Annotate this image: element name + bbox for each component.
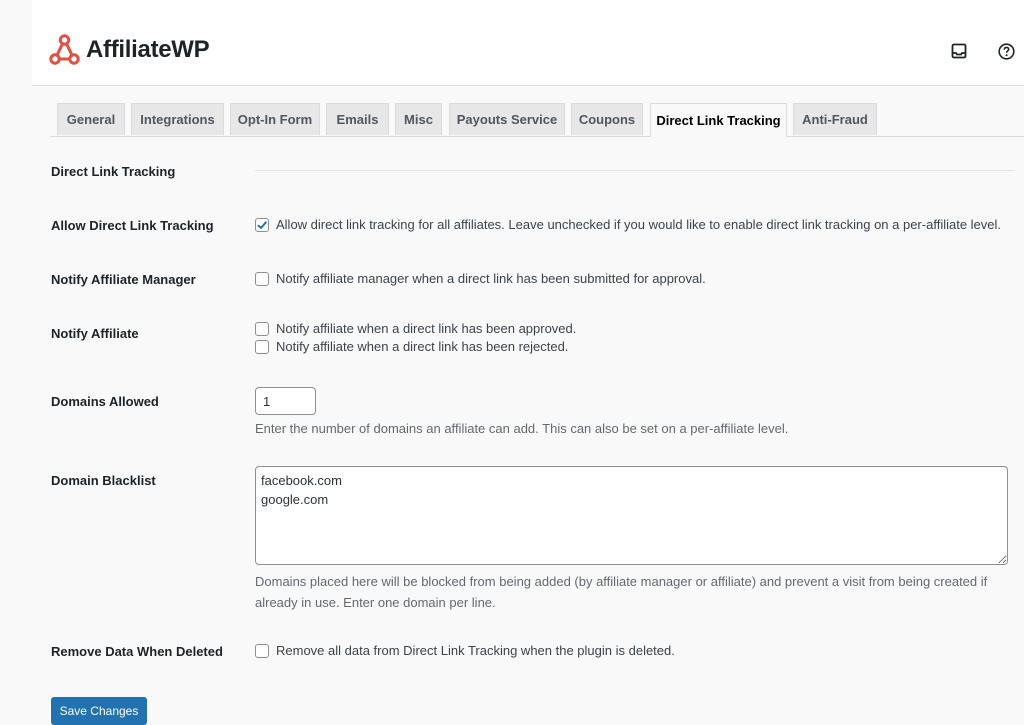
help-button[interactable] (989, 34, 1023, 68)
tab-integrations[interactable]: Integrations (131, 103, 224, 135)
affiliatewp-logo-icon (49, 34, 80, 65)
allow-direct-link-tracking-label: Allow Direct Link Tracking (51, 218, 214, 233)
remove-data-checkbox[interactable] (255, 643, 269, 658)
domains-allowed-label: Domains Allowed (51, 394, 159, 409)
allow-direct-link-tracking-checkbox[interactable] (255, 217, 269, 232)
remove-data-row: Remove all data from Direct Link Trackin… (255, 643, 675, 658)
allow-direct-link-tracking-text: Allow direct link tracking for all affil… (276, 217, 1002, 232)
section-title: Direct Link Tracking (51, 164, 176, 179)
domains-allowed-description: Enter the number of domains an affiliate… (255, 421, 789, 436)
notify-affiliate-approved-row: Notify affiliate when a direct link has … (255, 321, 576, 336)
domains-allowed-input[interactable] (255, 387, 316, 415)
brand-name: AffiliateWP (86, 36, 210, 63)
affiliatewp-logo[interactable]: AffiliateWP (49, 34, 210, 66)
save-changes-button[interactable]: Save Changes (51, 697, 147, 725)
notify-affiliate-rejected-text: Notify affiliate when a direct link has … (276, 339, 569, 354)
notify-affiliate-manager-label: Notify Affiliate Manager (51, 272, 196, 287)
tab-coupons[interactable]: Coupons (571, 103, 643, 135)
tab-anti-fraud[interactable]: Anti-Fraud (793, 103, 877, 135)
domain-blacklist-description-line1: Domains placed here will be blocked from… (255, 574, 988, 589)
settings-tabs: General Integrations Opt-In Form Emails … (50, 103, 1024, 137)
checkmark-icon (257, 220, 268, 229)
tab-general[interactable]: General (57, 103, 125, 135)
help-icon (997, 42, 1015, 60)
tab-direct-link-tracking[interactable]: Direct Link Tracking (650, 103, 787, 137)
domain-blacklist-description: Domains placed here will be blocked from… (255, 571, 987, 613)
notify-affiliate-manager-text: Notify affiliate manager when a direct l… (276, 271, 706, 286)
notify-affiliate-manager-checkbox[interactable] (255, 271, 269, 286)
notify-affiliate-rejected-row: Notify affiliate when a direct link has … (255, 339, 568, 354)
tab-emails[interactable]: Emails (326, 103, 389, 135)
notify-affiliate-approved-checkbox[interactable] (255, 321, 269, 336)
notify-affiliate-manager-row: Notify affiliate manager when a direct l… (255, 271, 706, 286)
domain-blacklist-description-line2: already in use. Enter one domain per lin… (255, 595, 496, 610)
tab-misc[interactable]: Misc (395, 103, 442, 135)
domain-blacklist-textarea[interactable]: facebook.com google.com (255, 466, 1008, 565)
notify-affiliate-approved-text: Notify affiliate when a direct link has … (276, 321, 577, 336)
section-divider (255, 170, 1015, 171)
page-header: AffiliateWP (32, 0, 1024, 86)
remove-data-text: Remove all data from Direct Link Trackin… (276, 643, 675, 658)
tab-payouts-service[interactable]: Payouts Service (449, 103, 565, 135)
notify-affiliate-rejected-checkbox[interactable] (255, 339, 269, 354)
notify-affiliate-label: Notify Affiliate (51, 326, 139, 341)
remove-data-label: Remove Data When Deleted (51, 644, 223, 659)
inbox-icon (951, 43, 967, 59)
allow-direct-link-tracking-row: Allow direct link tracking for all affil… (255, 217, 1001, 232)
notifications-button[interactable] (942, 34, 976, 68)
domain-blacklist-label: Domain Blacklist (51, 473, 156, 488)
tab-opt-in-form[interactable]: Opt-In Form (230, 103, 320, 135)
